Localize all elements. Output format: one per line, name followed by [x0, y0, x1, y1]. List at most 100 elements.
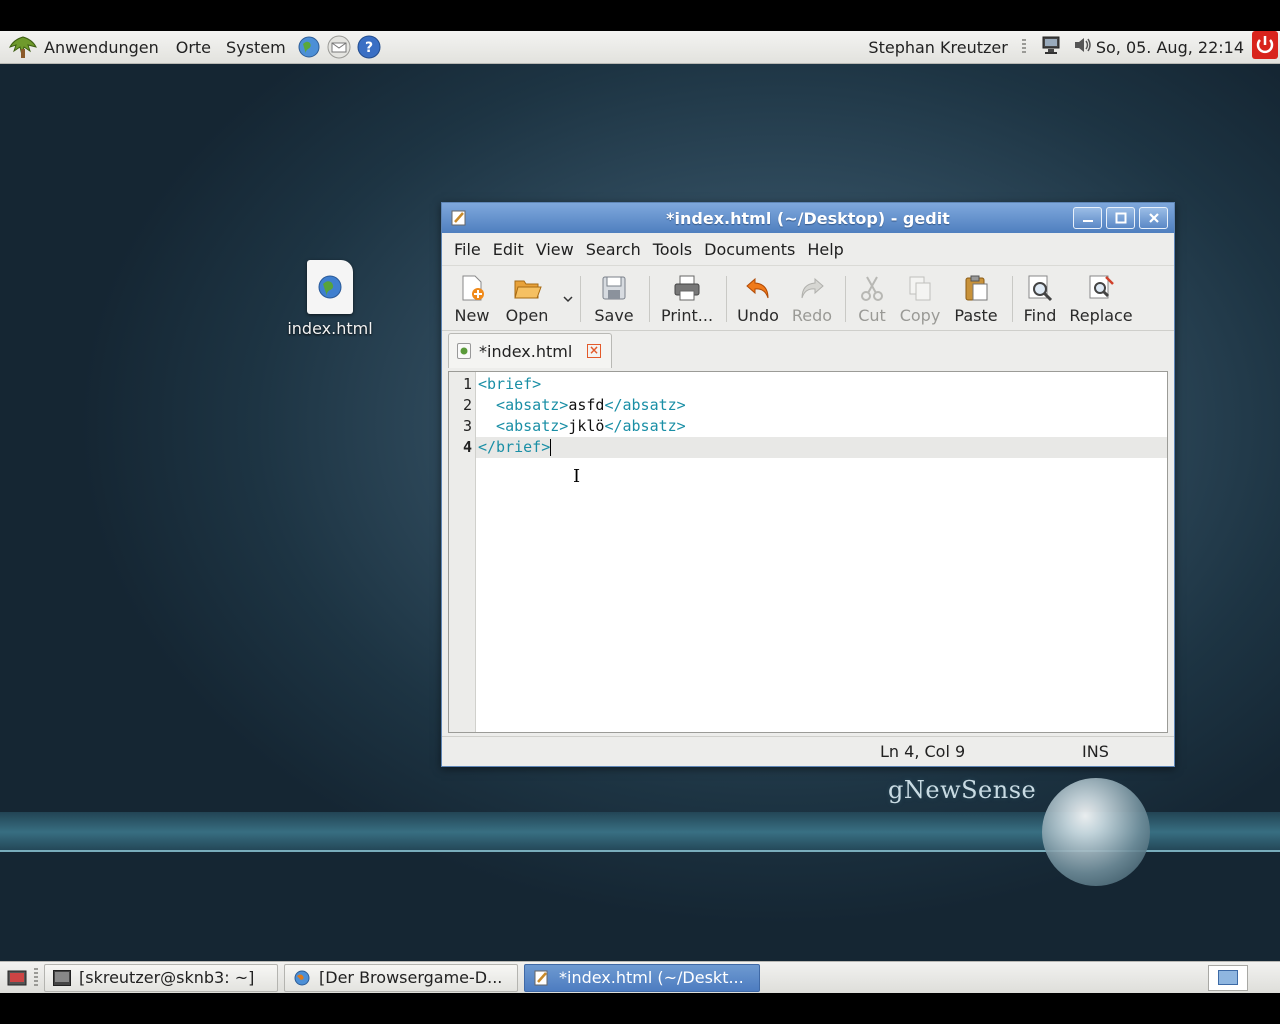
wallpaper-brand: gNewSense: [888, 776, 1037, 804]
show-desktop-icon: [7, 970, 27, 985]
xml-text: asfd: [568, 396, 605, 414]
top-panel: Anwendungen Orte System ? Stephan Kreutz…: [0, 31, 1280, 64]
scissors-icon: [856, 272, 888, 304]
menu-tools[interactable]: Tools: [647, 240, 698, 259]
open-button[interactable]: Open: [500, 266, 554, 330]
paste-label: Paste: [954, 306, 998, 325]
volume-icon[interactable]: [1072, 35, 1092, 59]
printer-icon: [671, 272, 703, 304]
desktop-file-label: index.html: [287, 319, 373, 338]
minimize-button[interactable]: [1073, 207, 1102, 229]
code-line: <brief>: [476, 374, 1167, 395]
tab-index-html[interactable]: *index.html ×: [448, 333, 612, 368]
menu-system[interactable]: System: [226, 38, 286, 57]
task-label: *index.html (~/Deskt...: [559, 968, 744, 987]
insert-mode[interactable]: INS: [1082, 742, 1109, 761]
xml-tag: </brief>: [478, 438, 551, 456]
shutdown-icon[interactable]: [1252, 31, 1278, 63]
xml-tag: </absatz>: [604, 417, 686, 435]
undo-icon: [742, 272, 774, 304]
menu-orte[interactable]: Orte: [176, 38, 211, 57]
status-bar: Ln 4, Col 9 INS: [442, 736, 1174, 766]
gedit-app-icon: [534, 970, 548, 985]
xml-tag: <absatz>: [478, 417, 569, 435]
xml-tag: <absatz>: [478, 396, 569, 414]
task-gedit[interactable]: *index.html (~/Deskt...: [524, 963, 760, 992]
save-button[interactable]: Save: [587, 266, 641, 330]
xml-text: jklö: [568, 417, 605, 435]
maximize-button[interactable]: [1106, 207, 1135, 229]
line-number: 3: [462, 417, 472, 435]
text-editor[interactable]: 1 2 3 4 <brief> <absatz>asfd</absatz> <a…: [448, 371, 1168, 733]
show-desktop-button[interactable]: [4, 966, 30, 990]
line-number-current: 4: [462, 438, 472, 456]
browser-launcher-icon[interactable]: [296, 34, 322, 60]
toolbar-separator: [649, 276, 650, 322]
cut-button[interactable]: Cut: [852, 266, 892, 330]
copy-icon: [904, 272, 936, 304]
desktop-file-index-html[interactable]: index.html: [284, 260, 376, 338]
menu-documents[interactable]: Documents: [698, 240, 801, 259]
line-number-gutter: 1 2 3 4: [449, 372, 476, 732]
document-tabs: *index.html ×: [442, 331, 1174, 369]
paste-button[interactable]: Paste: [948, 266, 1004, 330]
workspace-switcher[interactable]: [1208, 964, 1248, 991]
terminal-icon: [53, 969, 71, 986]
menu-anwendungen[interactable]: Anwendungen: [44, 38, 159, 57]
svg-text:?: ?: [365, 40, 373, 56]
open-folder-icon: [511, 272, 543, 304]
window-titlebar[interactable]: *index.html (~/Desktop) - gedit: [442, 203, 1174, 233]
close-button[interactable]: [1139, 207, 1168, 229]
wallpaper-globe: [1042, 778, 1150, 886]
menu-file[interactable]: File: [448, 240, 487, 259]
redo-label: Redo: [791, 306, 833, 325]
line-number: 1: [462, 375, 472, 393]
panel-tray: Stephan Kreutzer So, 05. Aug, 22:14: [868, 31, 1280, 63]
toolbar-separator: [726, 276, 727, 322]
menu-edit[interactable]: Edit: [487, 240, 530, 259]
replace-button[interactable]: Replace: [1065, 266, 1137, 330]
menu-help[interactable]: Help: [801, 240, 849, 259]
mail-launcher-icon[interactable]: [326, 34, 352, 60]
code-area[interactable]: <brief> <absatz>asfd</absatz> <absatz>jk…: [476, 372, 1167, 732]
top-letterbox: [0, 0, 1280, 31]
replace-label: Replace: [1069, 306, 1133, 325]
redo-button[interactable]: Redo: [787, 266, 837, 330]
window-title: *index.html (~/Desktop) - gedit: [666, 208, 950, 228]
tab-close-icon[interactable]: ×: [587, 344, 601, 358]
panel-separator: [1021, 39, 1026, 55]
task-terminal[interactable]: [skreutzer@sknb3: ~]: [44, 963, 278, 992]
help-launcher-icon[interactable]: ?: [356, 34, 382, 60]
xml-tag: </absatz>: [604, 396, 686, 414]
menu-search[interactable]: Search: [580, 240, 647, 259]
copy-button[interactable]: Copy: [896, 266, 944, 330]
new-label: New: [454, 306, 490, 325]
clock[interactable]: So, 05. Aug, 22:14: [1096, 38, 1244, 57]
find-label: Find: [1023, 306, 1057, 325]
menu-bar: File Edit View Search Tools Documents He…: [442, 233, 1174, 265]
task-browser[interactable]: [Der Browsergame-D...: [284, 963, 518, 992]
workspace-1[interactable]: [1218, 970, 1238, 985]
line-number: 2: [462, 396, 472, 414]
open-recent-dropdown[interactable]: [558, 266, 578, 307]
chevron-down-icon: [563, 296, 573, 303]
code-line: <absatz>jklö</absatz>: [476, 416, 1167, 437]
toolbar-separator: [580, 276, 581, 322]
print-button[interactable]: Print...: [656, 266, 718, 330]
panel-handle: [34, 967, 38, 988]
toolbar-separator: [845, 276, 846, 322]
menu-view[interactable]: View: [530, 240, 580, 259]
save-label: Save: [594, 306, 634, 325]
html-file-icon: [307, 260, 353, 314]
new-button[interactable]: New: [448, 266, 496, 330]
undo-button[interactable]: Undo: [733, 266, 783, 330]
user-name[interactable]: Stephan Kreutzer: [868, 38, 1007, 57]
panel-menu-bar: Anwendungen Orte System ?: [0, 31, 390, 63]
network-icon[interactable]: [1040, 35, 1062, 59]
open-label: Open: [505, 306, 549, 325]
gnewsense-logo-icon[interactable]: [8, 35, 38, 59]
toolbar-separator: [1012, 276, 1013, 322]
undo-label: Undo: [737, 306, 779, 325]
toolbar: New Open Save Print... Undo Redo Cut Cop…: [442, 265, 1174, 331]
find-button[interactable]: Find: [1019, 266, 1061, 330]
